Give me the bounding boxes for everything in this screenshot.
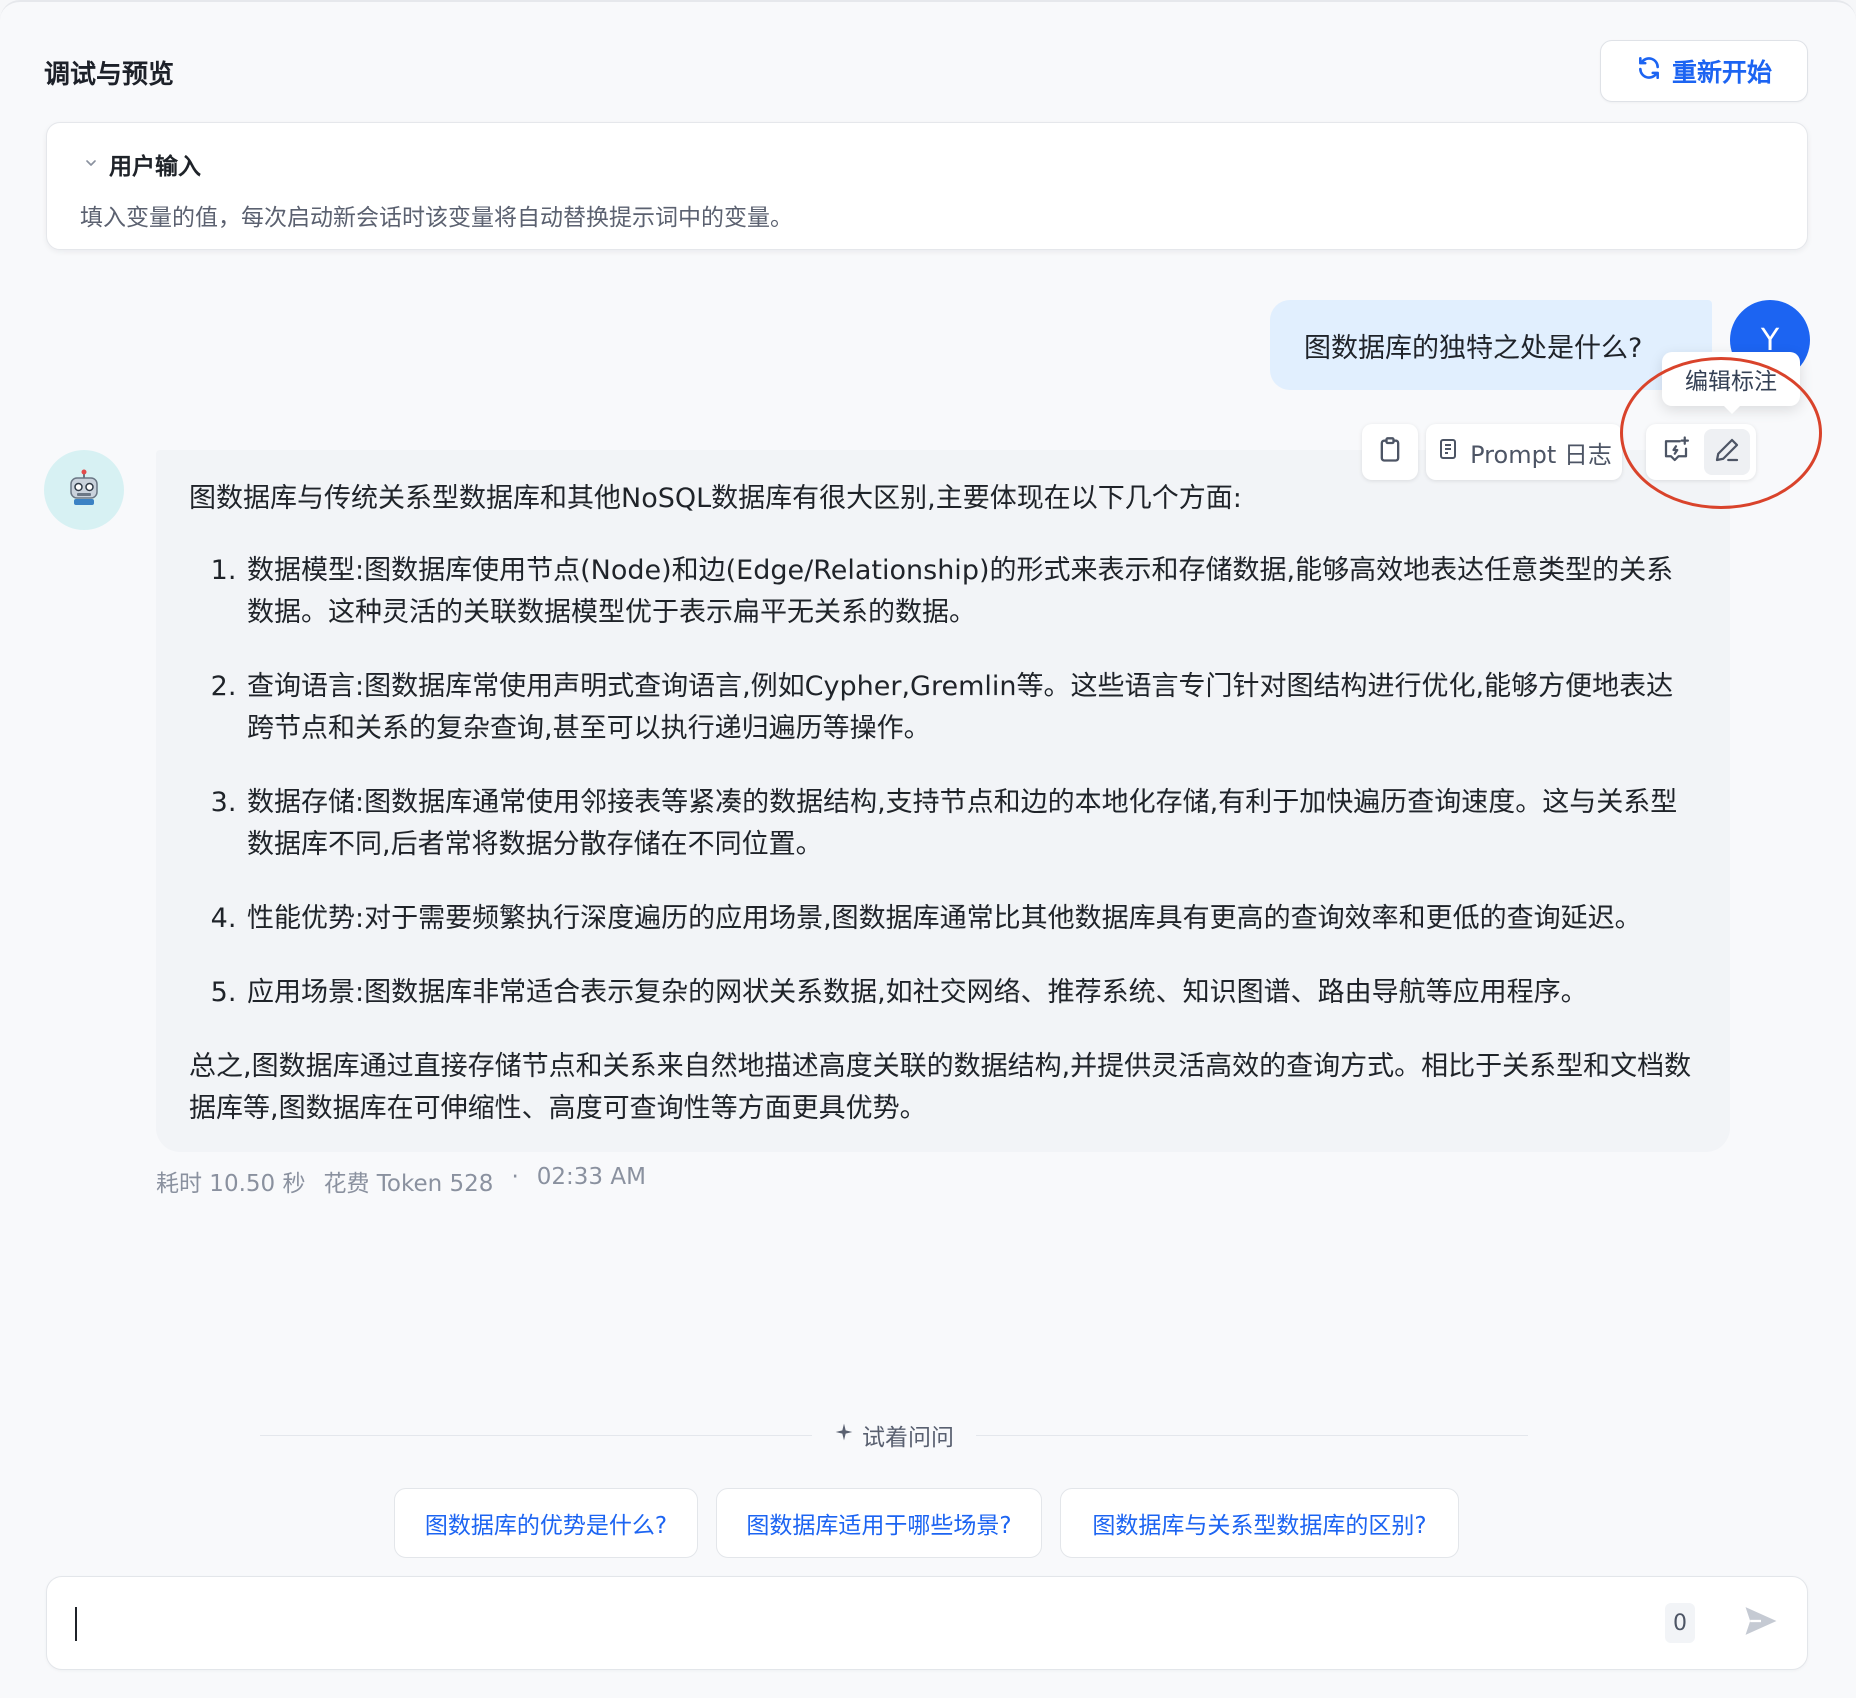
pencil-icon — [1712, 435, 1742, 469]
feedback-button[interactable] — [1653, 429, 1699, 475]
annotation-toolbar — [1646, 424, 1756, 480]
try-ask-label: 试着问问 — [812, 1418, 976, 1452]
divider-line — [260, 1434, 812, 1436]
message-sparkle-icon — [1661, 435, 1691, 469]
suggestion-button[interactable]: 图数据库的优势是什么? — [394, 1488, 698, 1558]
sparkle-icon — [834, 1422, 854, 1448]
message-meta: 耗时 10.50 秒 花费 Token 528 · 02:33 AM — [156, 1164, 646, 1198]
chevron-down-icon — [83, 151, 99, 177]
debug-preview-panel: 调试与预览 重新开始 用户输入 填入变量的值，每次启动新会话时该变量将自动替换提… — [0, 0, 1856, 1698]
bot-avatar — [44, 450, 124, 530]
list-item: 数据存储:图数据库通常使用邻接表等紧凑的数据结构,支持节点和边的本地化存储,有利… — [245, 782, 1696, 866]
send-button[interactable] — [1739, 1603, 1783, 1643]
char-count: 0 — [1665, 1603, 1695, 1643]
token-text: 花费 Token 528 — [323, 1171, 494, 1197]
suggestion-button[interactable]: 图数据库适用于哪些场景? — [716, 1488, 1042, 1558]
bot-message-bubble: 图数据库与传统关系型数据库和其他NoSQL数据库有很大区别,主要体现在以下几个方… — [156, 450, 1730, 1152]
chat-input-box[interactable]: 0 — [46, 1576, 1808, 1670]
try-ask-divider: 试着问问 — [260, 1418, 1528, 1452]
user-message-bubble: 图数据库的独特之处是什么? — [1270, 300, 1712, 390]
user-message-text: 图数据库的独特之处是什么? — [1304, 332, 1643, 364]
user-input-title: 用户输入 — [109, 154, 201, 180]
clipboard-icon — [1376, 436, 1404, 468]
restart-label: 重新开始 — [1671, 58, 1772, 87]
list-item: 数据模型:图数据库使用节点(Node)和边(Edge/Relationship)… — [245, 550, 1696, 634]
user-input-description: 填入变量的值，每次启动新会话时该变量将自动替换提示词中的变量。 — [80, 205, 793, 231]
user-input-toggle[interactable]: 用户输入 — [83, 147, 201, 181]
bot-message-intro: 图数据库与传统关系型数据库和其他NoSQL数据库有很大区别,主要体现在以下几个方… — [189, 483, 1242, 514]
suggestion-button[interactable]: 图数据库与关系型数据库的区别? — [1060, 1488, 1459, 1558]
restart-button[interactable]: 重新开始 — [1600, 40, 1808, 102]
copy-button[interactable] — [1362, 424, 1418, 480]
refresh-icon — [1636, 55, 1662, 87]
bot-message-summary: 总之,图数据库通过直接存储节点和关系来自然地描述高度关联的数据结构,并提供灵活高… — [189, 1051, 1692, 1124]
page-title: 调试与预览 — [44, 60, 175, 90]
document-icon — [1436, 436, 1460, 468]
time-text: 02:33 AM — [536, 1164, 646, 1190]
list-item: 性能优势:对于需要频繁执行深度遍历的应用场景,图数据库通常比其他数据库具有更高的… — [245, 898, 1696, 940]
user-input-panel: 用户输入 填入变量的值，每次启动新会话时该变量将自动替换提示词中的变量。 — [46, 122, 1808, 250]
tooltip-text: 编辑标注 — [1685, 369, 1777, 395]
prompt-log-label: Prompt 日志 — [1470, 440, 1612, 469]
edit-annotation-tooltip: 编辑标注 — [1662, 352, 1800, 414]
list-item: 查询语言:图数据库常使用声明式查询语言,例如Cypher,Gremlin等。这些… — [245, 666, 1696, 750]
meta-separator: · — [511, 1164, 519, 1190]
prompt-log-button[interactable]: Prompt 日志 — [1426, 424, 1622, 480]
text-caret — [75, 1607, 77, 1641]
edit-annotation-button[interactable] — [1703, 429, 1750, 475]
robot-icon — [64, 468, 104, 512]
try-ask-text: 试着问问 — [862, 1425, 954, 1451]
list-item: 应用场景:图数据库非常适合表示复杂的网状关系数据,如社交网络、推荐系统、知识图谱… — [245, 972, 1696, 1014]
divider-line — [976, 1434, 1528, 1436]
duration-text: 耗时 10.50 秒 — [156, 1171, 306, 1197]
send-icon — [1742, 1604, 1780, 1642]
bot-message-list: 数据模型:图数据库使用节点(Node)和边(Edge/Relationship)… — [189, 550, 1696, 1014]
